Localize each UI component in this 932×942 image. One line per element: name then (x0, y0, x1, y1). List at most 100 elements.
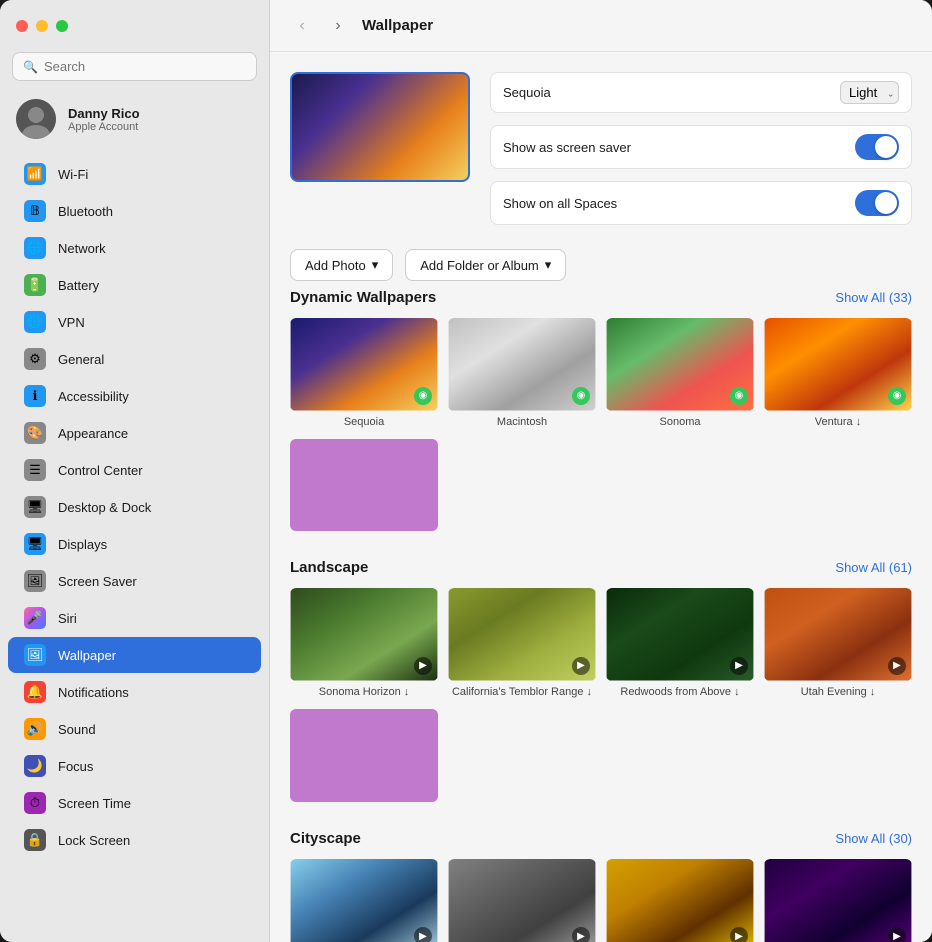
user-name: Danny Rico (68, 106, 140, 121)
show-all-dynamic[interactable]: Show All (33) (835, 290, 912, 305)
wallpaper-icon: 🖼 (24, 644, 46, 666)
wallpaper-item[interactable]: ▶Dubai Skyline ↓ (290, 859, 438, 942)
screensaver-toggle[interactable] (855, 134, 899, 160)
show-all-landscape[interactable]: Show All (61) (835, 560, 912, 575)
notifications-icon: 🔔 (24, 681, 46, 703)
sidebar-item-notifications[interactable]: 🔔Notifications (8, 674, 261, 710)
sidebar-item-screensaver[interactable]: 🖼 Screen Saver (8, 563, 261, 599)
wallpaper-thumbnail-partial (290, 439, 438, 532)
wallpaper-controls: Sequoia Light Dark Auto Show as screen s… (490, 72, 912, 225)
sidebar-item-sound[interactable]: 🔊Sound (8, 711, 261, 747)
wallpaper-item[interactable]: ◉Macintosh (448, 318, 596, 429)
sidebar-item-label-bluetooth: Bluetooth (58, 204, 113, 219)
sidebar-item-siri[interactable]: 🎤Siri (8, 600, 261, 636)
main-titlebar: ‹ › Wallpaper (270, 0, 932, 52)
vpn-icon: 🌐 (24, 311, 46, 333)
wallpaper-thumbnail: ▶ (290, 588, 438, 681)
sidebar-item-bluetooth[interactable]: 𝔹Bluetooth (8, 193, 261, 229)
wallpaper-thumbnail: ▶ (764, 588, 912, 681)
screensaver-icon: 🖼 (24, 570, 46, 592)
sidebar-titlebar (0, 0, 269, 52)
desktop-icon: 🖥 (24, 496, 46, 518)
displays-icon: 🖥 (24, 533, 46, 555)
section-landscape: LandscapeShow All (61)▶Sonoma Horizon ↓▶… (290, 559, 912, 801)
sidebar-item-label-sound: Sound (58, 722, 96, 737)
wallpaper-thumbnail: ◉ (290, 318, 438, 411)
wallpaper-grid-dynamic: ◉Sequoia◉Macintosh◉Sonoma◉Ventura ↓ (290, 318, 912, 531)
wallpaper-item[interactable]: ◉Sonoma (606, 318, 754, 429)
sidebar-item-label-battery: Battery (58, 278, 99, 293)
sidebar-nav: 📶Wi-Fi𝔹Bluetooth 🌐 Network 🔋Battery🌐VPN⚙Gen… (0, 151, 269, 942)
wallpaper-name: Utah Evening ↓ (801, 685, 876, 699)
sidebar-item-label-siri: Siri (58, 611, 77, 626)
wallpaper-name-label: Sequoia (503, 85, 551, 100)
wallpaper-thumbnail: ◉ (764, 318, 912, 411)
close-button[interactable] (16, 20, 28, 32)
sidebar-item-focus[interactable]: 🌙Focus (8, 748, 261, 784)
sidebar-item-label-screensaver: Screen Saver (58, 574, 137, 589)
all-spaces-toggle[interactable] (855, 190, 899, 216)
wallpaper-item[interactable]: ▶Los Angeles Overpass ↓ (448, 859, 596, 942)
user-section[interactable]: Danny Rico Apple Account (0, 91, 269, 151)
wallpaper-item[interactable]: ▶California's Temblor Range ↓ (448, 588, 596, 699)
wallpaper-item[interactable]: ▶Sonoma Horizon ↓ (290, 588, 438, 699)
minimize-button[interactable] (36, 20, 48, 32)
wallpaper-item[interactable]: ▶Redwoods from Above ↓ (606, 588, 754, 699)
forward-button[interactable]: › (326, 14, 350, 38)
accessibility-icon: ℹ (24, 385, 46, 407)
sidebar-item-displays[interactable]: 🖥 Displays (8, 526, 261, 562)
style-select-wrapper[interactable]: Light Dark Auto (840, 81, 899, 104)
sidebar-item-lockscreen[interactable]: 🔒Lock Screen (8, 822, 261, 858)
system-settings-window: 🔍 Danny Rico Apple Account 📶Wi-Fi𝔹Blueto… (0, 0, 932, 942)
style-select[interactable]: Light Dark Auto (840, 81, 899, 104)
sidebar-item-accessibility[interactable]: ℹAccessibility (8, 378, 261, 414)
all-spaces-toggle-row: Show on all Spaces (490, 181, 912, 225)
add-folder-button[interactable]: Add Folder or Album ▾ (405, 249, 566, 281)
focus-icon: 🌙 (24, 755, 46, 777)
sidebar-item-label-wallpaper: Wallpaper (58, 648, 116, 663)
add-photo-label: Add Photo (305, 258, 366, 273)
wallpaper-item-partial[interactable] (290, 709, 438, 802)
wallpaper-item[interactable]: ◉Ventura ↓ (764, 318, 912, 429)
network-icon: 🌐 (24, 237, 46, 259)
sidebar-item-desktop[interactable]: 🖥Desktop & Dock (8, 489, 261, 525)
sidebar-item-label-network: Network (58, 241, 106, 256)
sidebar-item-screentime[interactable]: ⏱ Screen Time (8, 785, 261, 821)
wallpaper-item[interactable]: ▶London Evening ↓ (606, 859, 754, 942)
back-button[interactable]: ‹ (290, 14, 314, 38)
sidebar-item-wallpaper[interactable]: 🖼 Wallpaper (8, 637, 261, 673)
screentime-icon: ⏱ (24, 792, 46, 814)
search-input[interactable] (44, 59, 246, 74)
wallpaper-item-partial[interactable] (290, 439, 438, 532)
search-bar[interactable]: 🔍 (12, 52, 257, 81)
wallpaper-item[interactable]: ▶ Utah Evening ↓ (764, 588, 912, 699)
sidebar-item-appearance[interactable]: 🎨Appearance (8, 415, 261, 451)
sidebar-item-label-screentime: Screen Time (58, 796, 131, 811)
maximize-button[interactable] (56, 20, 68, 32)
screensaver-label: Show as screen saver (503, 140, 631, 155)
sidebar-item-vpn[interactable]: 🌐VPN (8, 304, 261, 340)
wallpaper-grid-cityscape: ▶Dubai Skyline ↓▶Los Angeles Overpass ↓▶… (290, 859, 912, 942)
add-photo-button[interactable]: Add Photo ▾ (290, 249, 393, 281)
wallpaper-badge: ▶ (888, 927, 906, 942)
sidebar-item-network[interactable]: 🌐 Network (8, 230, 261, 266)
sidebar-item-controlcenter[interactable]: ☰Control Center (8, 452, 261, 488)
show-all-cityscape[interactable]: Show All (30) (835, 831, 912, 846)
section-cityscape: CityscapeShow All (30)▶Dubai Skyline ↓▶L… (290, 830, 912, 942)
add-folder-chevron: ▾ (545, 257, 552, 273)
wallpaper-badge: ◉ (572, 387, 590, 405)
wallpaper-item[interactable]: ◉Sequoia (290, 318, 438, 429)
add-photo-chevron: ▾ (372, 257, 379, 273)
add-buttons-row: Add Photo ▾ Add Folder or Album ▾ (290, 249, 912, 281)
section-header-landscape: LandscapeShow All (61) (290, 559, 912, 576)
sidebar-item-label-displays: Displays (58, 537, 107, 552)
wallpaper-item[interactable]: ▶New York Night ↓ (764, 859, 912, 942)
wallpaper-badge: ▶ (572, 657, 590, 675)
sidebar-item-battery[interactable]: 🔋Battery (8, 267, 261, 303)
sidebar-item-wifi[interactable]: 📶Wi-Fi (8, 156, 261, 192)
wallpaper-thumbnail-partial (290, 709, 438, 802)
wifi-icon: 📶 (24, 163, 46, 185)
sidebar-item-general[interactable]: ⚙General (8, 341, 261, 377)
wallpaper-badge: ▶ (888, 657, 906, 675)
wallpaper-badge: ▶ (414, 657, 432, 675)
